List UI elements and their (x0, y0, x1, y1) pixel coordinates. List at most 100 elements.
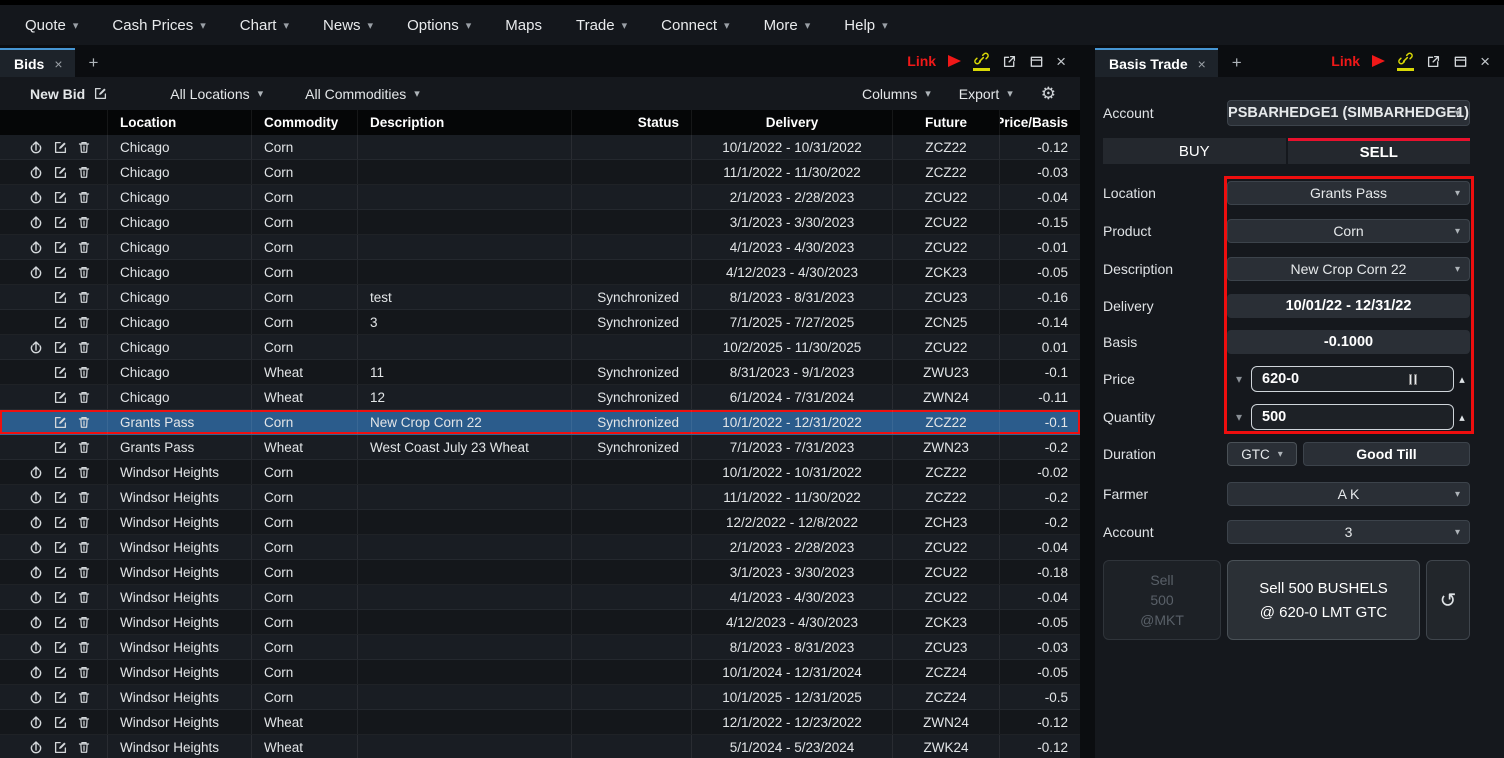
table-row[interactable]: Chicago Corn 11/1/2022 - 11/30/2022 ZCZ22 -0… (0, 160, 1080, 185)
edit-icon[interactable] (53, 190, 68, 205)
add-tab-button[interactable]: + (1218, 53, 1256, 77)
trash-icon[interactable] (77, 465, 91, 480)
location-dropdown[interactable]: Grants Pass ▾ (1227, 181, 1470, 205)
farmer-dropdown[interactable]: A K ▾ (1227, 482, 1470, 506)
edit-icon[interactable] (53, 565, 68, 580)
table-row[interactable]: Windsor Heights Corn 2/1/2023 - 2/28/2023 Z… (0, 535, 1080, 560)
upload-icon[interactable] (28, 264, 44, 280)
quantity-increment-caret[interactable]: ▴ (1454, 411, 1470, 424)
account-dropdown[interactable]: PSBARHEDGE1 (SIMBARHEDGE1) ▾ (1227, 100, 1470, 126)
account2-dropdown[interactable]: 3 ▾ (1227, 520, 1470, 544)
trash-icon[interactable] (77, 665, 91, 680)
menu-item-maps[interactable]: Maps (488, 5, 559, 45)
column-header-status[interactable]: Status (572, 110, 692, 135)
trash-icon[interactable] (77, 340, 91, 355)
upload-icon[interactable] (28, 164, 44, 180)
menu-item-help[interactable]: Help ▾ (827, 5, 904, 45)
upload-icon[interactable] (28, 689, 44, 705)
close-tab-icon[interactable]: × (1198, 56, 1206, 72)
edit-icon[interactable] (53, 340, 68, 355)
edit-icon[interactable] (53, 215, 68, 230)
trash-icon[interactable] (77, 715, 91, 730)
description-dropdown[interactable]: New Crop Corn 22 ▾ (1227, 257, 1470, 281)
tab-bids[interactable]: Bids × (0, 48, 75, 77)
table-row[interactable]: Windsor Heights Corn 12/2/2022 - 12/8/2022… (0, 510, 1080, 535)
quantity-input[interactable]: 500 (1251, 404, 1454, 430)
all-locations-dropdown[interactable]: All Locations ▾ (170, 86, 263, 102)
column-header-commodity[interactable]: Commodity (252, 110, 358, 135)
trash-icon[interactable] (77, 265, 91, 280)
column-header-location[interactable]: Location (108, 110, 252, 135)
menu-item-chart[interactable]: Chart ▾ (223, 5, 306, 45)
play-icon[interactable] (1372, 55, 1386, 67)
trash-icon[interactable] (77, 515, 91, 530)
all-commodities-dropdown[interactable]: All Commodities ▾ (305, 86, 420, 102)
table-row[interactable]: Chicago Wheat 12 Synchronized 6/1/2024 - 7/3… (0, 385, 1080, 410)
upload-icon[interactable] (28, 614, 44, 630)
gear-icon[interactable]: ⚙ (1041, 84, 1056, 104)
menu-item-connect[interactable]: Connect ▾ (644, 5, 746, 45)
menu-item-more[interactable]: More ▾ (747, 5, 828, 45)
edit-icon[interactable] (53, 515, 68, 530)
table-row[interactable]: Chicago Corn 3 Synchronized 7/1/2025 - 7/27/… (0, 310, 1080, 335)
edit-icon[interactable] (53, 415, 68, 430)
trash-icon[interactable] (77, 240, 91, 255)
trash-icon[interactable] (77, 490, 91, 505)
new-bid-button[interactable]: New Bid (30, 86, 108, 102)
edit-icon[interactable] (53, 640, 68, 655)
price-input[interactable]: 620-0 (1251, 366, 1454, 392)
upload-icon[interactable] (28, 464, 44, 480)
table-row[interactable]: Windsor Heights Corn 4/1/2023 - 4/30/2023 Z… (0, 585, 1080, 610)
table-row[interactable]: Windsor Heights Corn 11/1/2022 - 11/30/202… (0, 485, 1080, 510)
price-decrement-caret[interactable]: ▾ (1227, 372, 1251, 386)
table-row[interactable]: Windsor Heights Wheat 5/1/2024 - 5/23/2024… (0, 735, 1080, 758)
upload-icon[interactable] (28, 639, 44, 655)
trash-icon[interactable] (77, 565, 91, 580)
trash-icon[interactable] (77, 290, 91, 305)
play-icon[interactable] (948, 55, 962, 67)
edit-icon[interactable] (53, 540, 68, 555)
edit-icon[interactable] (53, 365, 68, 380)
link-chain-icon[interactable] (1397, 51, 1415, 71)
trash-icon[interactable] (77, 440, 91, 455)
upload-icon[interactable] (28, 664, 44, 680)
column-header-price-basis[interactable]: Price/Basis (1000, 110, 1080, 135)
upload-icon[interactable] (28, 239, 44, 255)
menu-item-news[interactable]: News ▾ (306, 5, 390, 45)
close-tab-icon[interactable]: × (54, 56, 62, 72)
trash-icon[interactable] (77, 165, 91, 180)
table-row[interactable]: Grants Pass Corn New Crop Corn 22 Synchroni… (0, 410, 1080, 435)
quantity-decrement-caret[interactable]: ▾ (1227, 410, 1251, 424)
good-till-button[interactable]: Good Till (1303, 442, 1470, 466)
table-row[interactable]: Chicago Corn 3/1/2023 - 3/30/2023 ZCU22 -0.1… (0, 210, 1080, 235)
table-row[interactable]: Windsor Heights Corn 10/1/2025 - 12/31/202… (0, 685, 1080, 710)
menu-item-cash-prices[interactable]: Cash Prices ▾ (95, 5, 222, 45)
export-dropdown[interactable]: Export ▾ (959, 86, 1013, 102)
column-header-delivery[interactable]: Delivery (692, 110, 893, 135)
sell-market-button[interactable]: Sell 500 @MKT (1103, 560, 1221, 640)
upload-icon[interactable] (28, 714, 44, 730)
link-label[interactable]: Link (907, 53, 936, 69)
menu-item-trade[interactable]: Trade ▾ (559, 5, 644, 45)
link-chain-icon[interactable] (973, 51, 991, 71)
table-row[interactable]: Chicago Wheat 11 Synchronized 8/31/2023 - 9/… (0, 360, 1080, 385)
edit-icon[interactable] (53, 140, 68, 155)
table-row[interactable]: Windsor Heights Corn 3/1/2023 - 3/30/2023 Z… (0, 560, 1080, 585)
upload-icon[interactable] (28, 539, 44, 555)
close-panel-icon[interactable]: × (1056, 53, 1066, 70)
trash-icon[interactable] (77, 390, 91, 405)
table-row[interactable]: Grants Pass Wheat West Coast July 23 Wheat… (0, 435, 1080, 460)
trash-icon[interactable] (77, 140, 91, 155)
panel-splitter[interactable] (1080, 45, 1095, 758)
menu-item-quote[interactable]: Quote ▾ (8, 5, 95, 45)
table-row[interactable]: Windsor Heights Corn 10/1/2022 - 10/31/202… (0, 460, 1080, 485)
edit-icon[interactable] (53, 440, 68, 455)
table-row[interactable]: Chicago Corn 2/1/2023 - 2/28/2023 ZCU22 -0.0… (0, 185, 1080, 210)
table-row[interactable]: Windsor Heights Corn 10/1/2024 - 12/31/202… (0, 660, 1080, 685)
sell-button[interactable]: SELL (1287, 138, 1470, 164)
product-dropdown[interactable]: Corn ▾ (1227, 219, 1470, 243)
column-header-description[interactable]: Description (358, 110, 572, 135)
upload-icon[interactable] (28, 564, 44, 580)
edit-icon[interactable] (53, 715, 68, 730)
trash-icon[interactable] (77, 415, 91, 430)
